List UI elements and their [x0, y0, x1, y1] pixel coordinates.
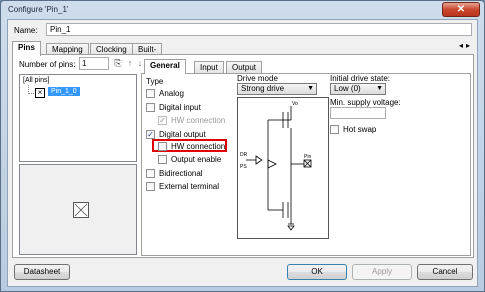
initial-state-label: Initial drive state: [330, 74, 391, 83]
title-bar[interactable]: Configure 'Pin_1' ✕ [1, 1, 484, 19]
pin-preview [19, 164, 137, 255]
digital-output-checkbox[interactable]: ✓ [146, 130, 155, 139]
output-enable-checkbox[interactable] [158, 155, 167, 164]
window-title: Configure 'Pin_1' [8, 5, 69, 14]
analog-label: Analog [159, 89, 184, 98]
hw-connection-input-checkbox[interactable]: ✓ [158, 116, 167, 125]
initial-state-value: Low (0) [334, 84, 361, 93]
min-supply-label: Min. supply voltage: [330, 98, 401, 107]
hw-connection-output-checkbox[interactable] [158, 142, 167, 151]
cancel-button[interactable]: Cancel [417, 264, 473, 280]
tab-input[interactable]: Input [194, 61, 224, 73]
analog-checkbox[interactable] [146, 89, 155, 98]
move-up-icon[interactable]: ↑ [125, 58, 135, 68]
configure-dialog: Configure 'Pin_1' ✕ Name: Pin_1 Pins Map… [0, 0, 485, 292]
tab-output[interactable]: Output [226, 61, 263, 73]
min-supply-input[interactable] [330, 107, 386, 119]
ok-button[interactable]: OK [287, 264, 347, 280]
rename-icon[interactable]: ⎘ [113, 58, 123, 68]
tab-pins[interactable]: Pins [12, 41, 41, 56]
drive-mode-diagram: Vo Pin DR PS [237, 97, 329, 239]
datasheet-button[interactable]: Datasheet [14, 264, 70, 280]
pins-panel: Number of pins: 1 ⎘ ↑ ↓ ⋮ ⋮ [All pins] ×… [12, 54, 474, 258]
name-label: Name: [14, 26, 38, 35]
initial-state-select[interactable]: Low (0) ▼ [330, 83, 386, 95]
digital-output-label: Digital output [159, 130, 206, 139]
chevron-down-icon: ▼ [376, 85, 383, 92]
ps-label: PS [240, 164, 247, 170]
pin-count-label: Number of pins: [19, 60, 76, 69]
close-button[interactable]: ✕ [442, 2, 480, 17]
pin-label: Pin [304, 154, 311, 160]
external-terminal-checkbox[interactable] [146, 182, 155, 191]
name-input[interactable]: Pin_1 [46, 23, 472, 36]
tree-root[interactable]: [All pins] [23, 77, 49, 84]
type-group-title: Type [146, 77, 164, 86]
tab-scroll-arrows[interactable]: ◂▸ [459, 41, 473, 50]
bidirectional-checkbox[interactable] [146, 169, 155, 178]
pin-tree[interactable]: [All pins] × Pin_1_0 [19, 74, 137, 162]
tab-general[interactable]: General [144, 59, 186, 74]
dr-label: DR [240, 152, 248, 158]
vdd-label: Vo [292, 101, 298, 107]
circuit-diagram: Vo Pin DR PS [240, 101, 311, 231]
digital-input-checkbox[interactable] [146, 103, 155, 112]
apply-button[interactable]: Apply [352, 264, 412, 280]
drive-mode-value: Strong drive [241, 84, 285, 93]
hw-connection-input-label: HW connection [171, 116, 226, 125]
tree-connector [28, 93, 34, 94]
output-enable-label: Output enable [171, 155, 222, 164]
digital-input-label: Digital input [159, 103, 201, 112]
bidirectional-label: Bidirectional [159, 169, 203, 178]
hw-connection-output-label: HW connection [171, 142, 226, 151]
tree-item-pin[interactable]: Pin_1_0 [48, 87, 80, 96]
general-panel: Type Analog Digital input ✓ HW connectio… [141, 73, 471, 256]
dialog-body: Name: Pin_1 Pins Mapping Clocking Built-… [7, 19, 478, 287]
drive-mode-select[interactable]: Strong drive ▼ [237, 83, 317, 95]
external-terminal-label: External terminal [159, 182, 220, 191]
hot-swap-checkbox[interactable] [330, 125, 339, 134]
pin-symbol-icon [73, 202, 89, 218]
pin-node-icon: × [35, 88, 45, 98]
drive-mode-label: Drive mode [237, 74, 278, 83]
hot-swap-label: Hot swap [343, 125, 377, 134]
chevron-down-icon: ▼ [307, 85, 314, 92]
pin-count-input[interactable]: 1 [79, 57, 109, 70]
